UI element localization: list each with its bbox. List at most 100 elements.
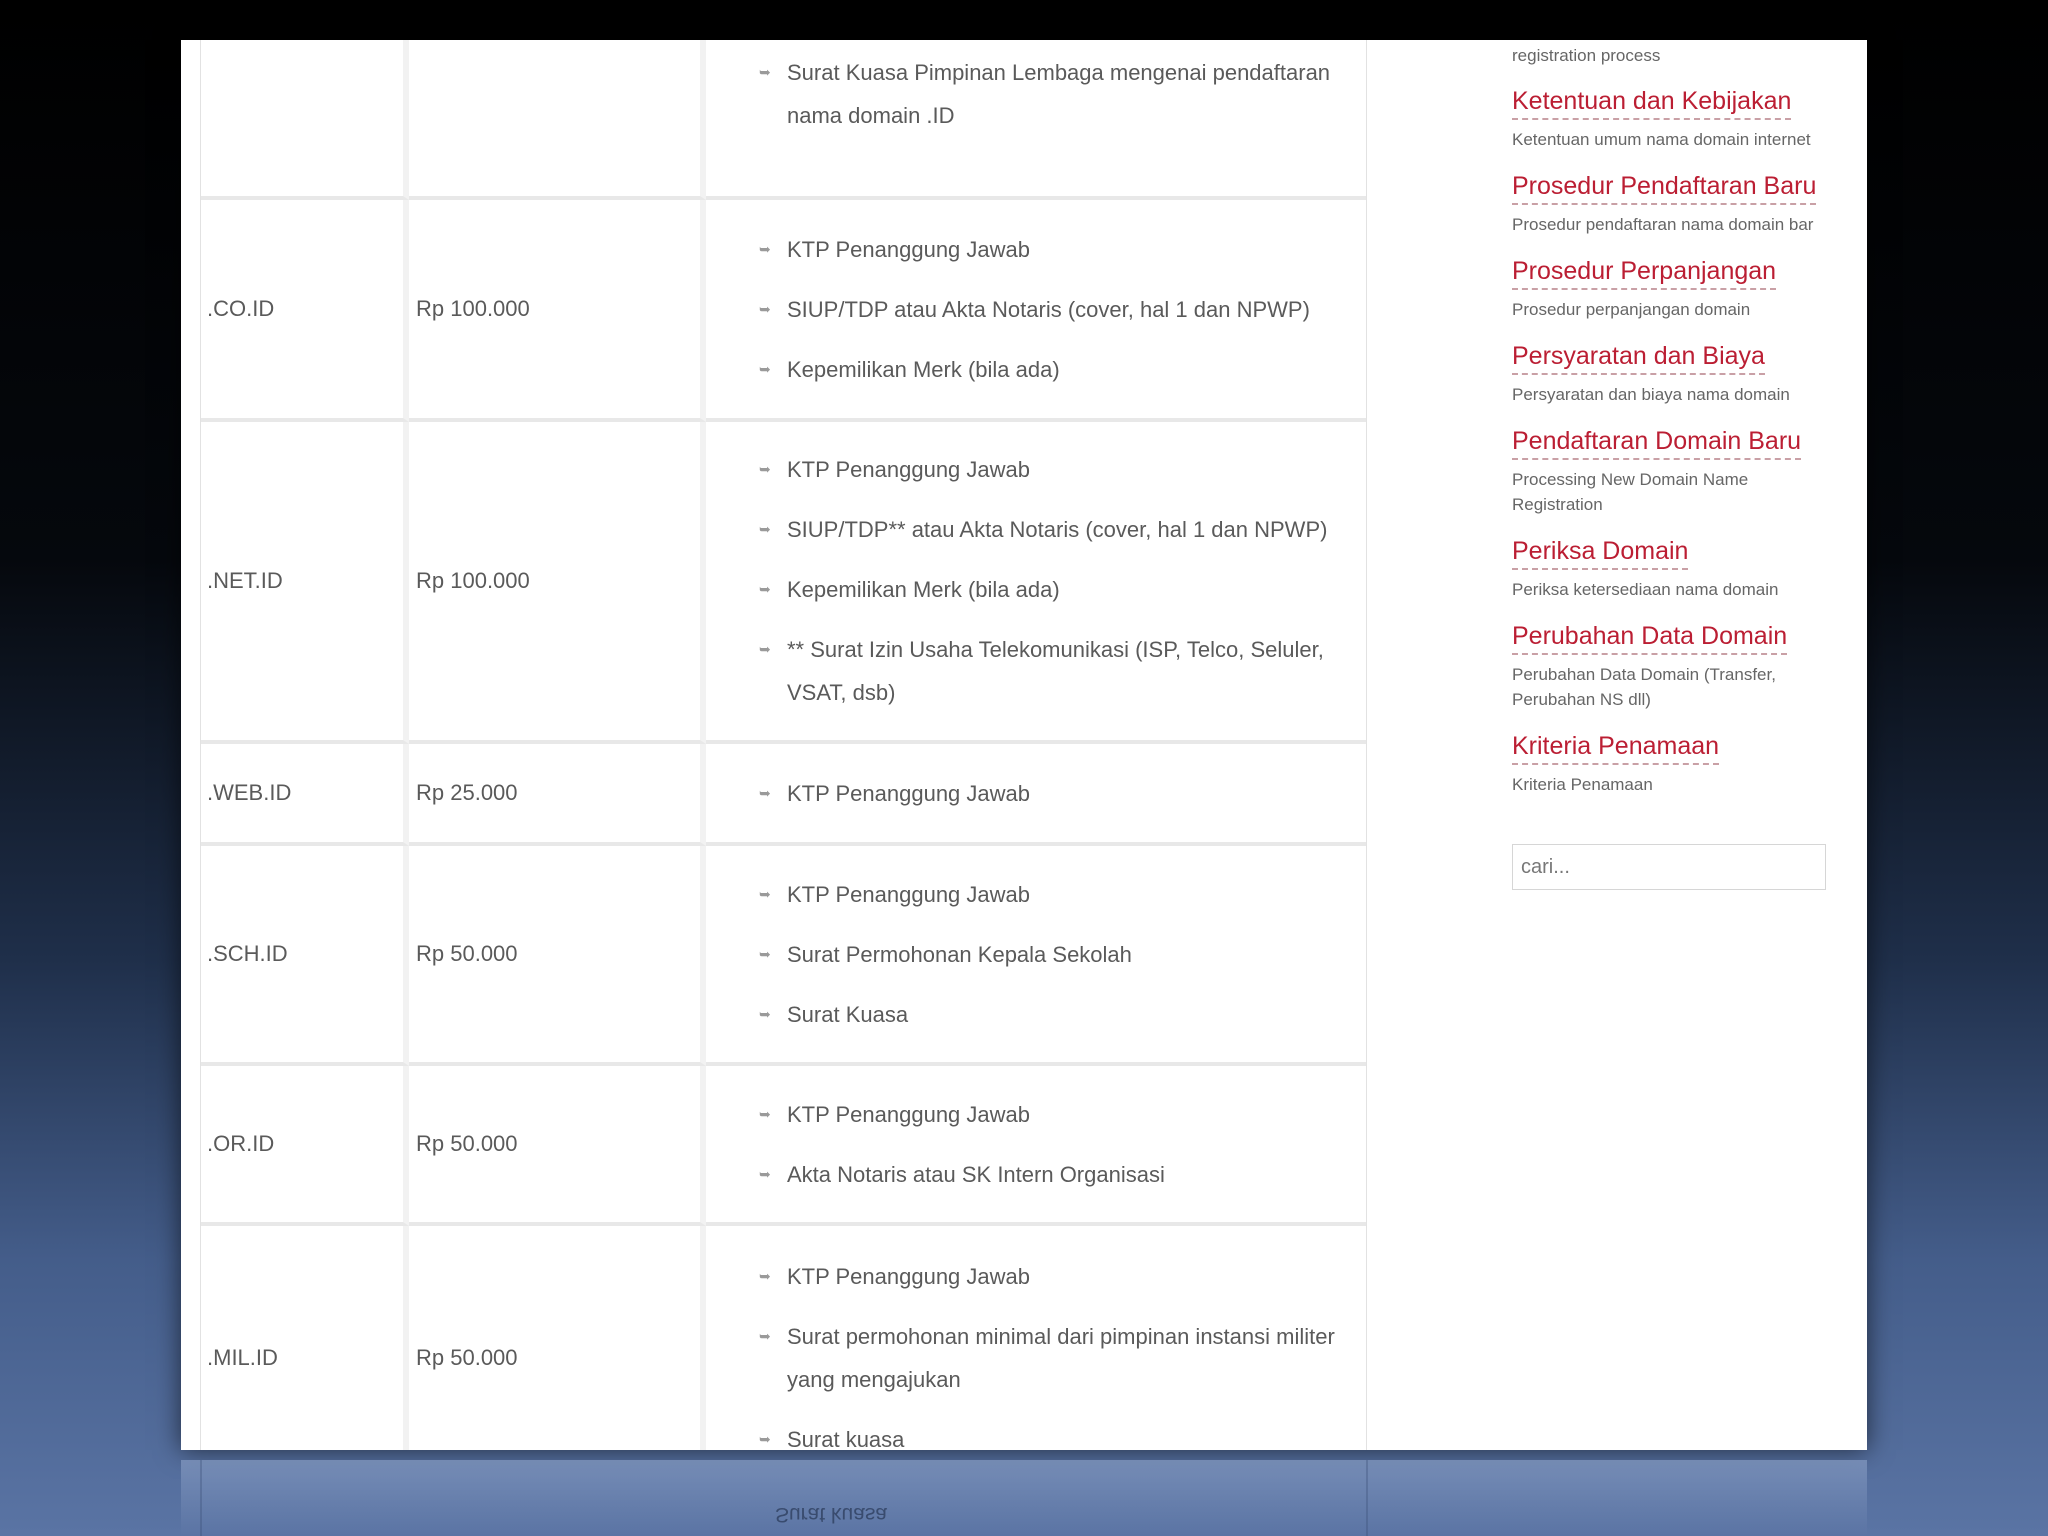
sidebar-item: Perubahan Data Domain Perubahan Data Doma… (1512, 621, 1832, 712)
requirement-text: ** Surat Izin Usaha Telekomunikasi (ISP,… (787, 637, 1324, 705)
table-row: ➥ Surat Kuasa Pimpinan Lembaga mengenai p… (201, 40, 1366, 200)
list-item: ➥ SIUP/TDP** atau Akta Notaris (cover, ha… (706, 508, 1354, 551)
sidebar-item: Kriteria Penamaan Kriteria Penamaan (1512, 731, 1867, 797)
bullet-arrow-icon: ➥ (759, 300, 771, 317)
sidebar-link[interactable]: Prosedur Perpanjangan (1512, 256, 1777, 290)
requirements-list: ➥ Surat Kuasa Pimpinan Lembaga mengenai p… (706, 51, 1354, 137)
requirements-cell: ➥ KTP Penanggung Jawab ➥ Akta Notaris atau … (706, 1066, 1366, 1226)
screenshot-panel: ➥ Surat Kuasa Pimpinan Lembaga mengenai p… (181, 40, 1867, 1450)
bullet-arrow-icon: ➥ (759, 1105, 771, 1122)
requirements-list: ➥ KTP Penanggung Jawab ➥ Akta Notaris atau … (706, 1093, 1354, 1196)
requirements-cell: ➥ KTP Penanggung Jawab ➥ Surat permohonan m… (706, 1226, 1366, 1451)
requirements-list: ➥ KTP Penanggung Jawab ➥ Surat permohonan m… (706, 1255, 1354, 1451)
list-item: ➥ SIUP/TDP atau Akta Notaris (cover, hal … (706, 288, 1354, 331)
sidebar-description: Periksa ketersediaan nama domain (1512, 580, 1779, 599)
requirements-list: ➥ KTP Penanggung Jawab (706, 772, 1354, 815)
requirement-text: Kepemilikan Merk (bila ada) (787, 356, 1060, 382)
sidebar-description: Prosedur pendaftaran nama domain bar (1512, 215, 1814, 234)
list-item: ➥ KTP Penanggung Jawab (706, 772, 1354, 815)
price-cell: Rp 50.000 (409, 846, 706, 1066)
list-item: ➥ Kepemilikan Merk (bila ada) (706, 568, 1354, 611)
sidebar-link[interactable]: Perubahan Data Domain (1512, 621, 1788, 655)
table-row: .MIL.ID Rp 50.000 ➥ KTP Penanggung Jawab ➥ Su… (201, 1226, 1366, 1450)
table-row: .SCH.ID Rp 50.000 ➥ KTP Penanggung Jawab ➥ Su… (201, 846, 1366, 1066)
requirements-list: ➥ KTP Penanggung Jawab ➥ Surat Permohonan K… (706, 873, 1354, 1036)
price-cell: Rp 25.000 (409, 744, 706, 846)
domain-cell: .OR.ID (201, 1066, 409, 1226)
bullet-arrow-icon: ➥ (759, 1005, 771, 1022)
requirement-text: Surat Kuasa (787, 1001, 909, 1027)
table-row: .OR.ID Rp 50.000 ➥ KTP Penanggung Jawab ➥ Akt… (201, 1066, 1366, 1226)
domain-cell: .MIL.ID (201, 1226, 409, 1450)
bullet-arrow-icon: ➥ (759, 1165, 771, 1182)
domain-cell: .CO.ID (201, 200, 409, 422)
requirement-text: KTP Penanggung Jawab (787, 1263, 1030, 1289)
sidebar-link[interactable]: Ketentuan dan Kebijakan (1512, 86, 1792, 120)
domain-cell: .WEB.ID (201, 744, 409, 846)
requirements-list: ➥ KTP Penanggung Jawab ➥ SIUP/TDP** atau Ak… (706, 448, 1354, 714)
domain-requirements-table: ➥ Surat Kuasa Pimpinan Lembaga mengenai p… (201, 40, 1366, 1450)
list-item: ➥ Surat permohonan minimal dari pimpinan … (706, 1315, 1354, 1401)
requirements-cell: ➥ KTP Penanggung Jawab ➥ Surat Permohonan K… (706, 846, 1366, 1066)
requirement-text: KTP Penanggung Jawab (787, 236, 1030, 262)
bullet-arrow-icon: ➥ (759, 581, 771, 597)
search-input[interactable] (1512, 844, 1826, 890)
bullet-arrow-icon: ➥ (759, 240, 771, 257)
domain-cell (201, 40, 409, 200)
sidebar-link[interactable]: Pendaftaran Domain Baru (1512, 426, 1802, 460)
sidebar-top-note: registration process (1512, 46, 1661, 65)
bullet-arrow-icon: ➥ (759, 885, 771, 902)
reflection-divider (1366, 1460, 1368, 1536)
requirements-cell: ➥ KTP Penanggung Jawab ➥ SIUP/TDP atau Akta… (706, 200, 1366, 422)
sidebar-item: Periksa Domain Periksa ketersediaan nama … (1512, 536, 1867, 602)
list-item: ➥ KTP Penanggung Jawab (706, 448, 1354, 491)
table-row: .NET.ID Rp 100.000 ➥ KTP Penanggung Jawab ➥ S… (201, 422, 1366, 744)
requirement-text: Surat Kuasa Pimpinan Lembaga mengenai pe… (787, 60, 1331, 128)
reflection-text: Surat kuasa (775, 1503, 888, 1526)
list-item: ➥ KTP Penanggung Jawab (706, 1093, 1354, 1136)
bullet-arrow-icon: ➥ (759, 521, 771, 537)
domain-cell: .SCH.ID (201, 846, 409, 1066)
sidebar-description: Processing New Domain Name Registration (1512, 470, 1749, 514)
sidebar-item: Ketentuan dan Kebijakan Ketentuan umum na… (1512, 86, 1867, 152)
sidebar-link[interactable]: Periksa Domain (1512, 536, 1689, 570)
price-cell: Rp 50.000 (409, 1226, 706, 1450)
sidebar-link[interactable]: Kriteria Penamaan (1512, 731, 1720, 765)
list-item: ➥ KTP Penanggung Jawab (706, 228, 1354, 271)
bullet-arrow-icon: ➥ (759, 784, 771, 801)
table-row: .WEB.ID Rp 25.000 ➥ KTP Penanggung Jawab (201, 744, 1366, 846)
bullet-arrow-icon: ➥ (759, 945, 771, 962)
price-cell: Rp 100.000 (409, 422, 706, 744)
sidebar-link[interactable]: Persyaratan dan Biaya (1512, 341, 1765, 375)
requirement-text: KTP Penanggung Jawab (787, 1101, 1030, 1127)
bullet-arrow-icon: ➥ (759, 1327, 771, 1344)
requirement-text: KTP Penanggung Jawab (787, 881, 1030, 907)
list-item: ➥ ** Surat Izin Usaha Telekomunikasi (ISP… (706, 628, 1354, 714)
price-cell (409, 40, 706, 200)
sidebar-item: Pendaftaran Domain Baru Processing New Do… (1512, 426, 1832, 517)
sidebar-link[interactable]: Prosedur Pendaftaran Baru (1512, 171, 1817, 205)
requirements-list: ➥ KTP Penanggung Jawab ➥ SIUP/TDP atau Akta… (706, 228, 1354, 391)
requirement-text: Surat permohonan minimal dari pimpinan i… (787, 1323, 1335, 1392)
requirements-cell: ➥ Surat Kuasa Pimpinan Lembaga mengenai p… (706, 40, 1366, 200)
requirement-text: KTP Penanggung Jawab (787, 780, 1030, 806)
bullet-arrow-icon: ➥ (759, 1267, 771, 1284)
bullet-arrow-icon: ➥ (759, 64, 771, 80)
requirements-cell: ➥ KTP Penanggung Jawab (706, 744, 1366, 846)
list-item: ➥ KTP Penanggung Jawab (706, 873, 1354, 916)
sidebar-description: Kriteria Penamaan (1512, 775, 1653, 794)
price-cell: Rp 100.000 (409, 200, 706, 422)
sidebar-item: Persyaratan dan Biaya Persyaratan dan bia… (1512, 341, 1867, 407)
list-item: ➥ Surat Permohonan Kepala Sekolah (706, 933, 1354, 976)
bullet-arrow-icon: ➥ (759, 1430, 771, 1447)
sidebar-item: Prosedur Pendaftaran Baru Prosedur pendaf… (1512, 171, 1867, 237)
list-item: ➥ Akta Notaris atau SK Intern Organisasi (706, 1153, 1354, 1196)
requirements-cell: ➥ KTP Penanggung Jawab ➥ SIUP/TDP** atau Ak… (706, 422, 1366, 744)
list-item: ➥ Surat kuasa (706, 1418, 1354, 1451)
bullet-arrow-icon: ➥ (759, 641, 771, 657)
table-row: .CO.ID Rp 100.000 ➥ KTP Penanggung Jawab ➥ SI… (201, 200, 1366, 422)
list-item: ➥ Surat Kuasa Pimpinan Lembaga mengenai p… (706, 51, 1354, 137)
sidebar-description: Persyaratan dan biaya nama domain (1512, 385, 1790, 404)
main-content: ➥ Surat Kuasa Pimpinan Lembaga mengenai p… (200, 40, 1367, 1450)
requirement-text: Kepemilikan Merk (bila ada) (787, 577, 1060, 602)
